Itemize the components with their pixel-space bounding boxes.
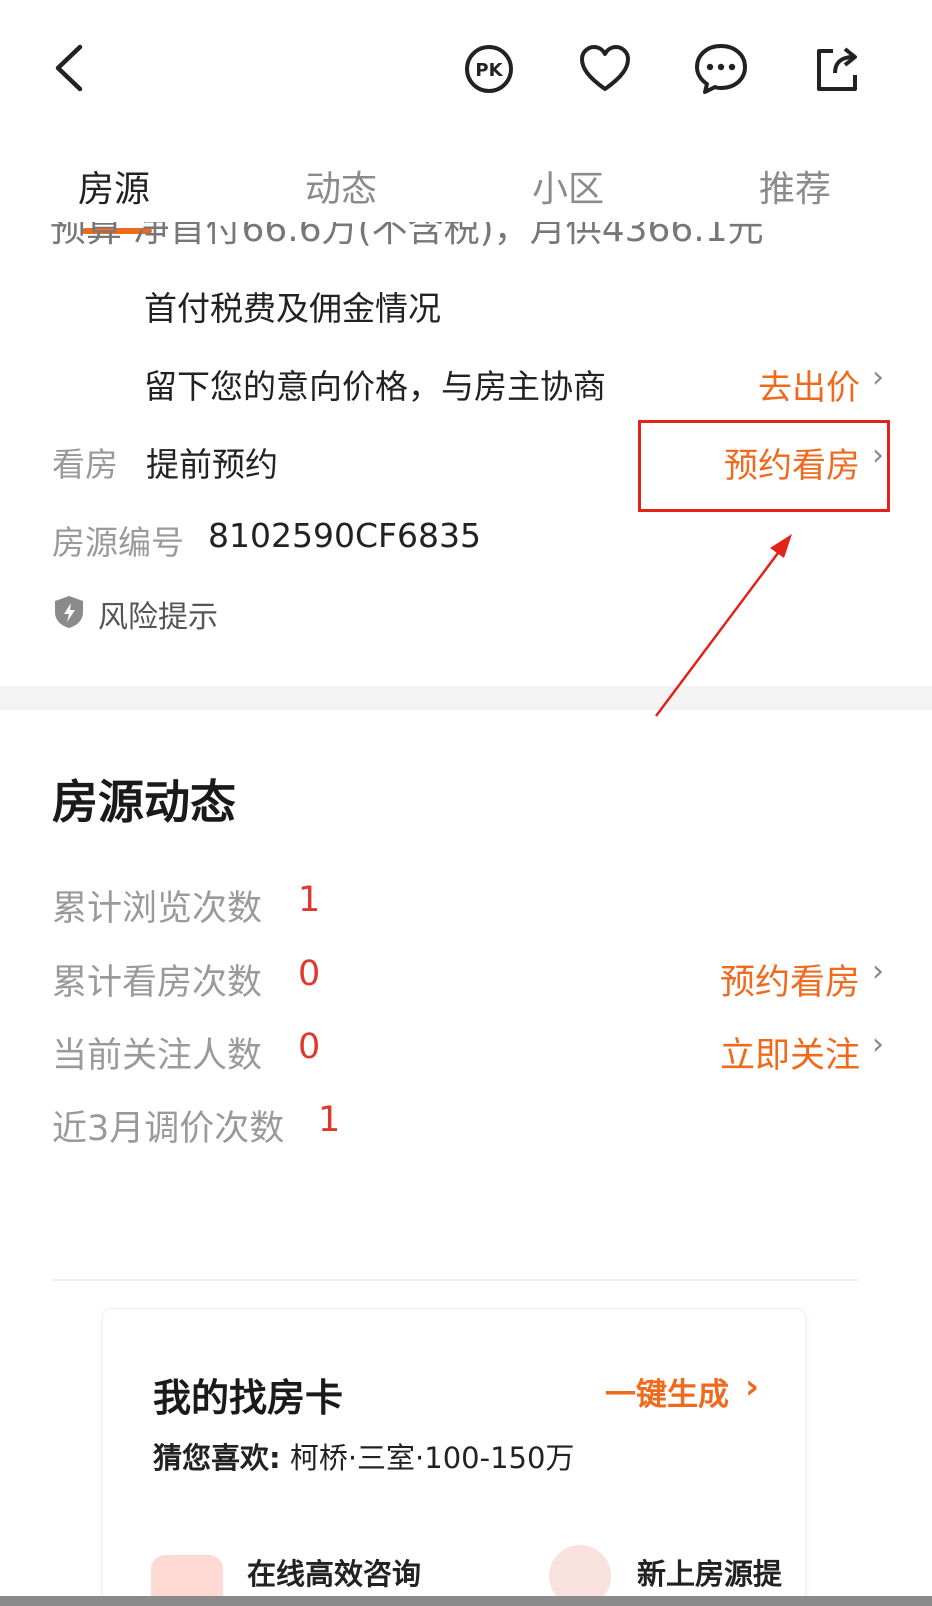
share-icon[interactable] <box>808 40 866 98</box>
stat-row-followers: 当前关注人数 0 立即关注 › <box>0 1027 932 1087</box>
listing-id-value: 8102590CF6835 <box>208 516 481 555</box>
feature-consult[interactable]: 在线高效咨询 <box>247 1551 421 1593</box>
budget-row-text: 预算 净首付66.6万(不含税)，月供4366.1元 <box>50 222 764 250</box>
chevron-right-icon: › <box>872 954 884 989</box>
book-viewing-link[interactable]: 预约看房 <box>720 954 860 1005</box>
chevron-right-icon: › <box>744 1367 759 1407</box>
chevron-right-icon: › <box>872 360 884 395</box>
viewing-label: 看房 <box>52 445 118 484</box>
stat-row-viewings: 累计看房次数 0 预约看房 › <box>0 954 932 1014</box>
heart-icon[interactable] <box>576 40 634 98</box>
stat-value: 0 <box>298 1027 321 1067</box>
stat-value: 1 <box>318 1100 341 1140</box>
listing-id-row: 房源编号 8102590CF6835 <box>0 516 932 586</box>
guess-you-like: 猜您喜欢: 柯桥·三室·100-150万 <box>153 1435 574 1477</box>
stat-label: 近3月调价次数 <box>52 1109 285 1149</box>
budget-row-clipped: 预算 净首付66.6万(不含税)，月供4366.1元 <box>50 222 880 250</box>
risk-notice[interactable]: 风险提示 <box>52 592 218 636</box>
svg-text:PK: PK <box>475 60 503 81</box>
section-divider <box>0 686 932 710</box>
divider-line <box>52 1279 858 1281</box>
top-bar: PK <box>0 0 932 135</box>
downpayment-row[interactable]: 首付税费及佣金情况 <box>0 282 932 352</box>
offer-prompt: 留下您的意向价格，与房主协商 <box>144 367 606 406</box>
stat-row-views: 累计浏览次数 1 <box>0 880 932 940</box>
stat-value: 1 <box>298 880 321 920</box>
pk-icon[interactable]: PK <box>460 40 518 98</box>
finder-card-title: 我的找房卡 <box>153 1376 344 1420</box>
bottom-edge <box>0 1596 932 1606</box>
tab-listing[interactable]: 房源 <box>78 160 150 212</box>
house-finder-card: 我的找房卡 一键生成 › 猜您喜欢: 柯桥·三室·100-150万 在线高效咨询… <box>102 1308 806 1606</box>
tab-activity[interactable]: 动态 <box>305 160 377 212</box>
back-arrow-icon[interactable] <box>44 38 94 98</box>
activity-section-title: 房源动态 <box>52 775 236 829</box>
generate-button[interactable]: 一键生成 <box>605 1369 729 1414</box>
chat-icon[interactable] <box>692 40 750 98</box>
risk-notice-label: 风险提示 <box>98 600 218 635</box>
shield-bolt-icon <box>52 594 86 634</box>
stat-value: 0 <box>298 954 321 994</box>
tab-recommend[interactable]: 推荐 <box>759 160 831 212</box>
stat-label: 累计看房次数 <box>52 963 263 1003</box>
viewing-value: 提前预约 <box>146 445 278 484</box>
follow-now-link[interactable]: 立即关注 <box>720 1027 860 1078</box>
stat-row-price-changes: 近3月调价次数 1 <box>0 1100 932 1160</box>
stat-label: 当前关注人数 <box>52 1036 263 1076</box>
offer-button[interactable]: 去出价 <box>758 360 860 409</box>
guess-value: 柯桥·三室·100-150万 <box>280 1441 575 1475</box>
stat-label: 累计浏览次数 <box>52 889 263 929</box>
tab-community[interactable]: 小区 <box>532 160 604 212</box>
annotation-highlight-box <box>638 420 890 512</box>
downpayment-label: 首付税费及佣金情况 <box>144 289 441 328</box>
chevron-right-icon: › <box>872 1027 884 1062</box>
guess-prefix: 猜您喜欢: <box>153 1441 281 1475</box>
listing-id-label: 房源编号 <box>52 523 184 562</box>
